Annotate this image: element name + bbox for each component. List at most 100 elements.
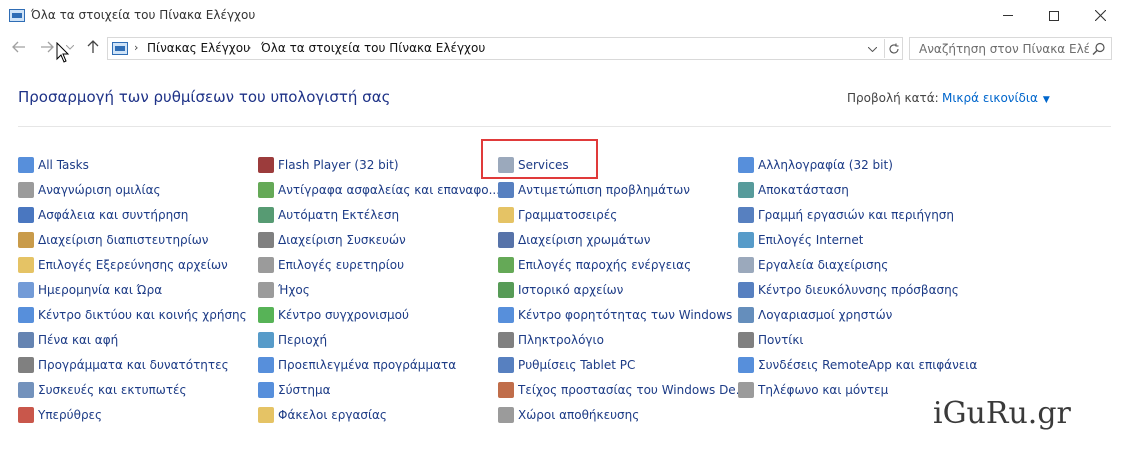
breadcrumb-control-panel[interactable]: Πίνακας Ελέγχου (147, 41, 250, 55)
sound-icon (258, 281, 274, 298)
control-panel-item[interactable]: Συνδέσεις RemoteApp και επιφάνεια... (738, 352, 978, 377)
control-panel-item[interactable]: Χώροι αποθήκευσης (498, 402, 738, 427)
control-panel-item[interactable]: Ημερομηνία και Ώρα (18, 277, 258, 302)
user-accounts-icon (738, 306, 754, 323)
minimize-button[interactable] (985, 0, 1031, 31)
control-panel-item[interactable]: Φάκελοι εργασίας (258, 402, 498, 427)
item-label: Επιλογές Εξερεύνησης αρχείων (38, 257, 228, 272)
control-panel-item[interactable]: Γραμμή εργασιών και περιήγηση (738, 202, 978, 227)
search-input[interactable]: Αναζήτηση στον Πίνακα Ελέγ... (909, 37, 1112, 60)
default-programs-icon (258, 356, 274, 373)
minimize-icon (1003, 15, 1013, 16)
troubleshoot-icon (498, 181, 514, 198)
control-panel-item[interactable]: Προγράμματα και δυνατότητες (18, 352, 258, 377)
view-by-dropdown[interactable]: Μικρά εικονίδια ▼ (942, 91, 1050, 105)
device-manager-icon (258, 231, 274, 248)
refresh-button[interactable] (884, 39, 902, 58)
item-label: Αλληλογραφία (32 bit) (758, 157, 893, 172)
control-panel-item[interactable]: Κέντρο διευκόλυνσης πρόσβασης (738, 277, 978, 302)
address-bar[interactable]: › Πίνακας Ελέγχου › Όλα τα στοιχεία του … (107, 37, 903, 60)
control-panel-item[interactable]: Διαχείριση διαπιστευτηρίων (18, 227, 258, 252)
control-panel-item[interactable]: Υπερύθρες (18, 402, 258, 427)
item-label: Διαχείριση χρωμάτων (518, 232, 651, 247)
control-panel-item[interactable]: Αντίγραφα ασφαλείας και επαναφο... (258, 177, 498, 202)
mouse-cursor-icon (56, 42, 70, 63)
control-panel-item[interactable]: Επιλογές Internet (738, 227, 978, 252)
control-panel-item[interactable]: Αντιμετώπιση προβλημάτων (498, 177, 738, 202)
item-label: Αντιμετώπιση προβλημάτων (518, 182, 690, 197)
control-panel-item[interactable]: Αποκατάσταση (738, 177, 978, 202)
sync-icon (258, 306, 274, 323)
close-button[interactable] (1077, 0, 1123, 31)
item-label: Γραμματοσειρές (518, 207, 618, 222)
control-panel-item[interactable]: Επιλογές ευρετηρίου (258, 252, 498, 277)
item-label: Τείχος προστασίας του Windows De... (518, 382, 738, 397)
control-panel-item[interactable]: Διαχείριση χρωμάτων (498, 227, 738, 252)
maximize-button[interactable] (1031, 0, 1077, 31)
control-panel-item[interactable]: Επιλογές Εξερεύνησης αρχείων (18, 252, 258, 277)
firewall-icon (498, 381, 514, 398)
item-label: Κέντρο δικτύου και κοινής χρήσης (38, 307, 247, 322)
control-panel-item[interactable]: Γραμματοσειρές (498, 202, 738, 227)
refresh-icon (888, 43, 899, 54)
autoplay-icon (258, 206, 274, 223)
highlight-box (481, 139, 598, 179)
control-panel-item[interactable]: Σύστημα (258, 377, 498, 402)
network-icon (18, 306, 34, 323)
control-panel-icon (112, 42, 128, 55)
control-panel-item[interactable]: Αλληλογραφία (32 bit) (738, 152, 978, 177)
control-panel-item[interactable]: Αναγνώριση ομιλίας (18, 177, 258, 202)
item-label: Εργαλεία διαχείρισης (758, 257, 889, 272)
item-label: Διαχείριση Συσκευών (278, 232, 406, 247)
control-panel-item[interactable]: Ιστορικό αρχείων (498, 277, 738, 302)
item-label: Ημερομηνία και Ώρα (38, 282, 163, 297)
control-panel-item[interactable]: Επιλογές παροχής ενέργειας (498, 252, 738, 277)
item-label: Αναγνώριση ομιλίας (38, 182, 161, 197)
back-arrow-icon (12, 41, 25, 53)
control-panel-item[interactable]: Ποντίκι (738, 327, 978, 352)
page-title: Προσαρμογή των ρυθμίσεων του υπολογιστή … (18, 88, 391, 106)
credential-icon (18, 231, 34, 248)
item-label: Σύστημα (278, 382, 331, 397)
maximize-icon (1049, 10, 1059, 21)
programs-icon (18, 356, 34, 373)
control-panel-item[interactable]: Κέντρο φορητότητας των Windows (498, 302, 738, 327)
control-panel-item[interactable]: Εργαλεία διαχείρισης (738, 252, 978, 277)
item-label: Επιλογές παροχής ενέργειας (518, 257, 692, 272)
up-button[interactable] (82, 36, 104, 58)
item-label: Αποκατάσταση (758, 182, 849, 197)
control-panel-item[interactable]: Flash Player (32 bit) (258, 152, 498, 177)
breadcrumb-all-items[interactable]: Όλα τα στοιχεία του Πίνακα Ελέγχου (261, 41, 485, 55)
watermark: iGuRu.gr (933, 396, 1071, 431)
control-panel-item[interactable]: All Tasks (18, 152, 258, 177)
forward-arrow-icon (41, 41, 54, 53)
power-icon (498, 256, 514, 273)
divider (18, 126, 1111, 127)
control-panel-item[interactable]: Προεπιλεγμένα προγράμματα (258, 352, 498, 377)
control-panel-item[interactable]: Κέντρο συγχρονισμού (258, 302, 498, 327)
item-label: All Tasks (38, 157, 89, 172)
control-panel-item[interactable]: Πένα και αφή (18, 327, 258, 352)
control-panel-item[interactable]: Ήχος (258, 277, 498, 302)
backup-icon (258, 181, 274, 198)
control-panel-item[interactable]: Ασφάλεια και συντήρηση (18, 202, 258, 227)
microphone-icon (18, 181, 34, 198)
search-icon[interactable] (1091, 41, 1107, 57)
control-panel-item[interactable]: Πληκτρολόγιο (498, 327, 738, 352)
control-panel-item[interactable]: Αυτόματη Εκτέλεση (258, 202, 498, 227)
item-label: Χώροι αποθήκευσης (518, 407, 640, 422)
control-panel-item[interactable]: Περιοχή (258, 327, 498, 352)
flag-icon (18, 206, 34, 223)
address-dropdown-button[interactable] (863, 40, 881, 58)
region-icon (258, 331, 274, 348)
breadcrumb-separator: › (247, 41, 252, 54)
control-panel-item[interactable]: Διαχείριση Συσκευών (258, 227, 498, 252)
item-label: Συσκευές και εκτυπωτές (38, 382, 187, 397)
back-button[interactable] (7, 36, 31, 58)
control-panel-item[interactable]: Λογαριασμοί χρηστών (738, 302, 978, 327)
control-panel-item[interactable]: Ρυθμίσεις Tablet PC (498, 352, 738, 377)
control-panel-item[interactable]: Συσκευές και εκτυπωτές (18, 377, 258, 402)
control-panel-item[interactable]: Κέντρο δικτύου και κοινής χρήσης (18, 302, 258, 327)
control-panel-item[interactable]: Τείχος προστασίας του Windows De... (498, 377, 738, 402)
fonts-icon (498, 206, 514, 223)
